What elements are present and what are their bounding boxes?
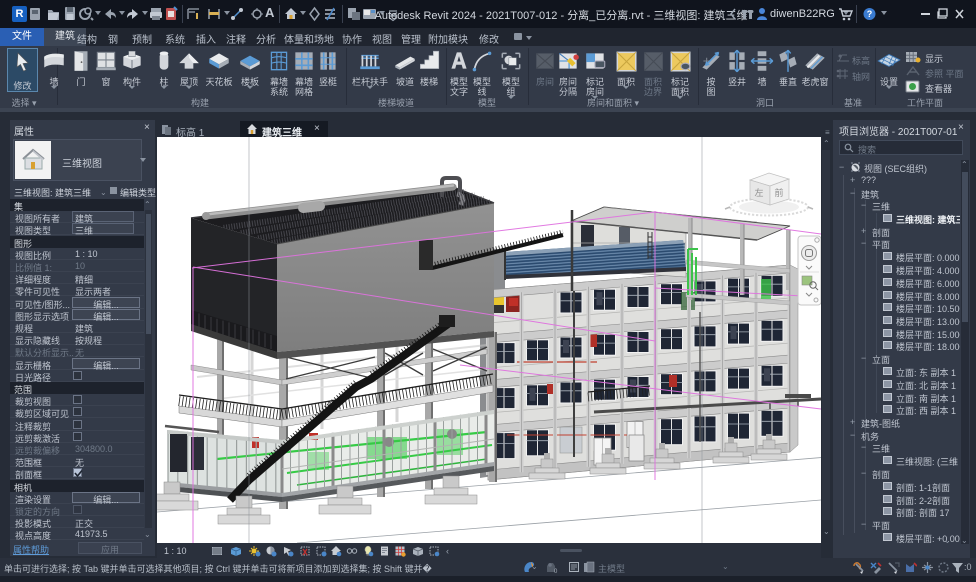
svg-text:?: ? xyxy=(867,9,873,19)
svg-text:0: 0 xyxy=(554,569,558,574)
svg-text:前: 前 xyxy=(774,187,783,198)
svg-text:左: 左 xyxy=(754,187,763,198)
